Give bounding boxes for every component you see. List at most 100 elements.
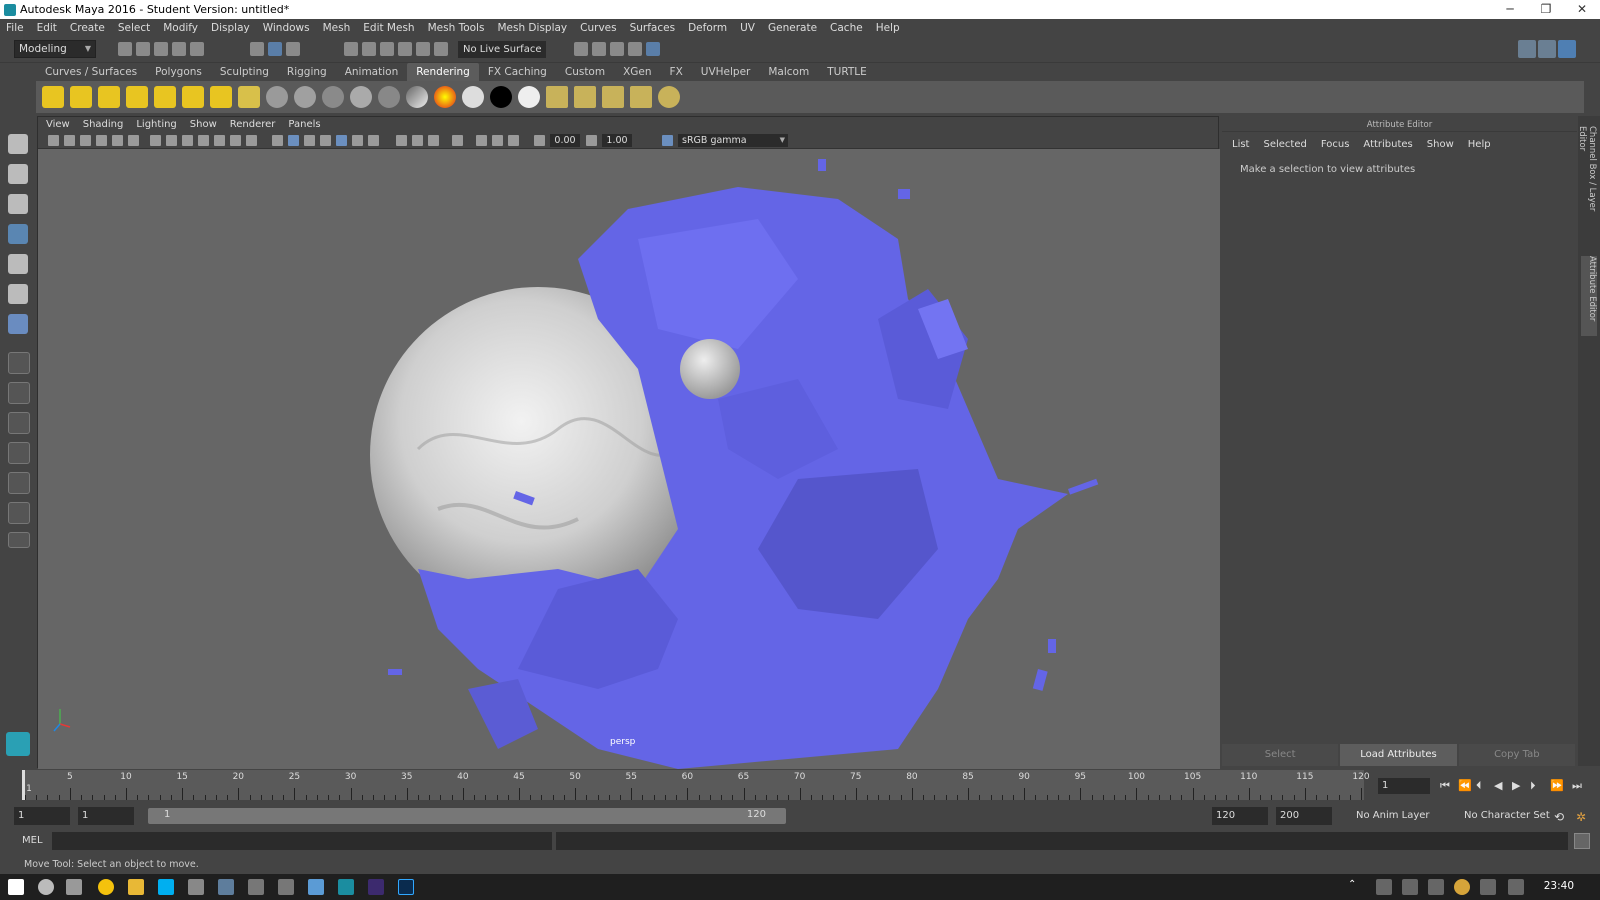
go-to-end-icon[interactable]: ⏭ — [1572, 779, 1582, 793]
channel-box-tab[interactable]: Channel Box / Layer Editor — [1577, 126, 1597, 236]
minimize-button[interactable]: ─ — [1492, 0, 1528, 19]
last-tool-icon[interactable] — [8, 314, 28, 334]
ae-menu-list[interactable]: List — [1232, 139, 1249, 150]
gate-mask-icon[interactable] — [198, 135, 209, 146]
tab-uvhelper[interactable]: UVHelper — [692, 63, 760, 81]
viewport-menu-view[interactable]: View — [46, 119, 70, 130]
persp-outliner-layout-icon[interactable] — [8, 412, 30, 434]
ipr-render-icon[interactable] — [628, 42, 642, 56]
xray-joints-icon[interactable] — [508, 135, 519, 146]
render-layer-icon[interactable] — [546, 86, 568, 108]
menu-modify[interactable]: Modify — [163, 22, 198, 34]
textured-icon[interactable] — [336, 135, 347, 146]
exposure-icon[interactable] — [534, 135, 545, 146]
tray-keyboard-icon[interactable] — [1508, 879, 1524, 895]
tab-xgen[interactable]: XGen — [614, 63, 660, 81]
xray-icon[interactable] — [476, 135, 487, 146]
tray-notifications-icon[interactable] — [1480, 879, 1496, 895]
camera-attributes-icon[interactable] — [64, 135, 75, 146]
playback-start-field[interactable]: 1 — [78, 807, 134, 825]
media-player-icon[interactable] — [188, 879, 204, 895]
camera-select-icon[interactable] — [48, 135, 59, 146]
menu-select[interactable]: Select — [118, 22, 150, 34]
select-tool-icon[interactable] — [8, 134, 28, 154]
viewport-menu-renderer[interactable]: Renderer — [230, 119, 276, 130]
film-gate-icon[interactable] — [166, 135, 177, 146]
layout-toggle-icon[interactable] — [1518, 40, 1536, 58]
wireframe-icon[interactable] — [272, 135, 283, 146]
menu-mesh[interactable]: Mesh — [323, 22, 351, 34]
screen-space-ao-icon[interactable] — [396, 135, 407, 146]
xray-active-components-icon[interactable] — [492, 135, 503, 146]
menu-edit[interactable]: Edit — [37, 22, 57, 34]
ae-menu-help[interactable]: Help — [1468, 139, 1491, 150]
step-forward-key-icon[interactable]: ⏵ — [1530, 779, 1536, 793]
copy-tab-button[interactable]: Copy Tab — [1458, 744, 1575, 766]
snap-history-icon[interactable] — [434, 42, 448, 56]
toon-shading-icon[interactable] — [658, 86, 680, 108]
photoshop-icon[interactable] — [398, 879, 414, 895]
store-icon[interactable] — [308, 879, 324, 895]
motion-blur-icon[interactable] — [412, 135, 423, 146]
phong-e-shader-icon[interactable] — [378, 86, 400, 108]
tray-network-icon[interactable] — [1402, 879, 1418, 895]
render-view-icon[interactable] — [592, 42, 606, 56]
grease-pencil-icon[interactable] — [128, 135, 139, 146]
tab-animation[interactable]: Animation — [336, 63, 408, 81]
tab-custom[interactable]: Custom — [556, 63, 614, 81]
tab-fx[interactable]: FX — [661, 63, 692, 81]
open-scene-icon[interactable] — [136, 42, 150, 56]
tab-polygons[interactable]: Polygons — [146, 63, 211, 81]
playback-end-field[interactable]: 120 — [1212, 807, 1268, 825]
custom-layout-icon[interactable] — [8, 532, 30, 548]
field-chart-icon[interactable] — [214, 135, 225, 146]
use-background-icon[interactable] — [490, 86, 512, 108]
attribute-editor-toggle-icon[interactable] — [1558, 40, 1576, 58]
tab-rendering[interactable]: Rendering — [407, 63, 479, 81]
resolution-gate-icon[interactable] — [182, 135, 193, 146]
restore-button[interactable]: ❐ — [1528, 0, 1564, 19]
lambert-shader-icon[interactable] — [266, 86, 288, 108]
playback-range-bar[interactable]: 1 120 — [148, 808, 786, 824]
default-material-icon[interactable] — [304, 135, 315, 146]
time-ruler[interactable]: 1 5 10 15 20 25 30 35 40 45 50 55 60 65 70 75 80 85 90 95 10… — [22, 770, 1370, 800]
tab-curves-surfaces[interactable]: Curves / Surfaces — [36, 63, 146, 81]
undo-icon[interactable] — [172, 42, 186, 56]
menu-uv[interactable]: UV — [740, 22, 755, 34]
render-frame-icon[interactable] — [610, 42, 624, 56]
menu-file[interactable]: File — [6, 22, 24, 34]
attribute-editor-tab[interactable]: Attribute Editor — [1581, 256, 1597, 336]
menu-help[interactable]: Help — [876, 22, 900, 34]
ae-menu-attributes[interactable]: Attributes — [1363, 139, 1412, 150]
menu-windows[interactable]: Windows — [263, 22, 310, 34]
play-forwards-icon[interactable]: ▶ — [1512, 779, 1520, 792]
menu-mesh-display[interactable]: Mesh Display — [497, 22, 567, 34]
app-icon-audio[interactable] — [248, 879, 264, 895]
ae-menu-focus[interactable]: Focus — [1321, 139, 1350, 150]
render-settings-icon[interactable] — [574, 42, 588, 56]
camera-icon[interactable] — [238, 86, 260, 108]
tray-volume-icon[interactable] — [1428, 879, 1444, 895]
tab-rigging[interactable]: Rigging — [278, 63, 336, 81]
isolate-select-icon[interactable] — [452, 135, 463, 146]
tray-app-icon[interactable] — [1454, 879, 1470, 895]
anti-aliasing-icon[interactable] — [428, 135, 439, 146]
use-all-lights-icon[interactable] — [352, 135, 363, 146]
ae-menu-show[interactable]: Show — [1427, 139, 1454, 150]
viewport-menu-show[interactable]: Show — [190, 119, 217, 130]
point-light-icon[interactable] — [98, 86, 120, 108]
animation-end-field[interactable]: 200 — [1276, 807, 1332, 825]
select-object-icon[interactable] — [268, 42, 282, 56]
move-tool-icon[interactable] — [8, 224, 28, 244]
exposure-field[interactable]: 0.00 — [550, 134, 580, 147]
area-light-icon[interactable] — [154, 86, 176, 108]
tray-battery-icon[interactable] — [1376, 879, 1392, 895]
surface-shader-icon[interactable] — [462, 86, 484, 108]
two-d-pan-icon[interactable] — [112, 135, 123, 146]
outliner-toggle-icon[interactable] — [1538, 40, 1556, 58]
ae-menu-selected[interactable]: Selected — [1263, 139, 1306, 150]
snap-point-icon[interactable] — [380, 42, 394, 56]
ramp-shader-icon[interactable] — [406, 86, 428, 108]
anim-layer-dropdown[interactable]: No Anim Layer — [1356, 810, 1430, 821]
hypershade-icon[interactable] — [646, 42, 660, 56]
